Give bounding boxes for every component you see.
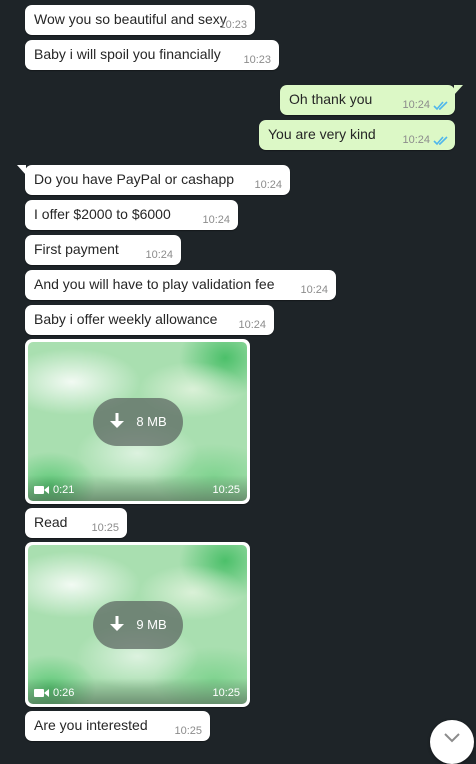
message-text: Baby i offer weekly allowance xyxy=(34,311,218,327)
message-time: 10:23 xyxy=(219,19,247,31)
message-incoming[interactable]: Wow you so beautiful and sexy 10:23 xyxy=(25,5,255,35)
scroll-to-bottom-button[interactable] xyxy=(430,720,474,764)
message-text: Are you interested xyxy=(34,717,148,733)
message-text: You are very kind xyxy=(268,126,376,142)
video-size: 9 MB xyxy=(136,617,167,632)
download-arrow-icon xyxy=(110,615,125,631)
message-incoming[interactable]: I offer $2000 to $6000 10:24 xyxy=(25,200,238,230)
message-text: Baby i will spoil you financially xyxy=(34,46,221,62)
message-text: And you will have to play validation fee xyxy=(34,276,275,292)
double-check-icon xyxy=(433,135,448,145)
chevron-down-icon xyxy=(444,733,460,743)
message-time: 10:25 xyxy=(174,725,202,737)
video-duration: 0:26 xyxy=(34,687,74,699)
message-time: 10:25 xyxy=(91,522,119,534)
message-time: 10:24 xyxy=(254,179,282,191)
message-incoming[interactable]: And you will have to play validation fee… xyxy=(25,270,336,300)
message-incoming[interactable]: Read 10:25 xyxy=(25,508,127,538)
download-button[interactable]: 9 MB xyxy=(92,600,183,649)
video-message[interactable]: 9 MB 0:26 10:25 xyxy=(25,542,250,707)
message-time: 10:24 xyxy=(300,284,328,296)
message-incoming[interactable]: Baby i will spoil you financially 10:23 xyxy=(25,40,279,70)
video-duration: 0:21 xyxy=(34,484,74,496)
download-arrow-icon xyxy=(110,412,125,428)
video-camera-icon xyxy=(34,486,49,494)
message-time: 10:24 xyxy=(145,249,173,261)
message-time: 10:24 xyxy=(202,214,230,226)
download-button[interactable]: 8 MB xyxy=(92,397,183,446)
video-footer: 0:21 10:25 xyxy=(28,475,247,501)
message-outgoing[interactable]: You are very kind 10:24 xyxy=(259,120,455,150)
video-duration-text: 0:26 xyxy=(53,687,75,699)
message-time: 10:24 xyxy=(402,134,449,146)
message-time: 10:25 xyxy=(212,687,240,699)
double-check-icon xyxy=(433,100,448,110)
message-incoming[interactable]: First payment 10:24 xyxy=(25,235,181,265)
message-outgoing[interactable]: Oh thank you 10:24 xyxy=(280,85,463,115)
message-text: First payment xyxy=(34,241,119,257)
message-incoming[interactable]: Do you have PayPal or cashapp 10:24 xyxy=(17,165,290,195)
video-camera-icon xyxy=(34,689,49,697)
video-message[interactable]: 8 MB 0:21 10:25 xyxy=(25,339,250,504)
message-time: 10:23 xyxy=(243,54,271,66)
video-thumbnail[interactable]: 9 MB 0:26 10:25 xyxy=(28,545,247,704)
message-time: 10:24 xyxy=(238,319,266,331)
message-text: I offer $2000 to $6000 xyxy=(34,206,171,222)
message-text: Oh thank you xyxy=(289,91,373,107)
message-incoming[interactable]: Baby i offer weekly allowance 10:24 xyxy=(25,305,274,335)
message-text: Do you have PayPal or cashapp xyxy=(34,171,235,187)
message-text: Read xyxy=(34,514,68,530)
message-text: Wow you so beautiful and sexy xyxy=(34,11,227,27)
video-duration-text: 0:21 xyxy=(53,484,75,496)
video-footer: 0:26 10:25 xyxy=(28,678,247,704)
message-time: 10:24 xyxy=(402,99,449,111)
message-time-text: 10:24 xyxy=(402,99,430,111)
message-time: 10:25 xyxy=(212,484,240,496)
video-size: 8 MB xyxy=(136,414,167,429)
video-thumbnail[interactable]: 8 MB 0:21 10:25 xyxy=(28,342,247,501)
message-time-text: 10:24 xyxy=(402,134,430,146)
message-incoming[interactable]: Are you interested 10:25 xyxy=(25,711,210,741)
